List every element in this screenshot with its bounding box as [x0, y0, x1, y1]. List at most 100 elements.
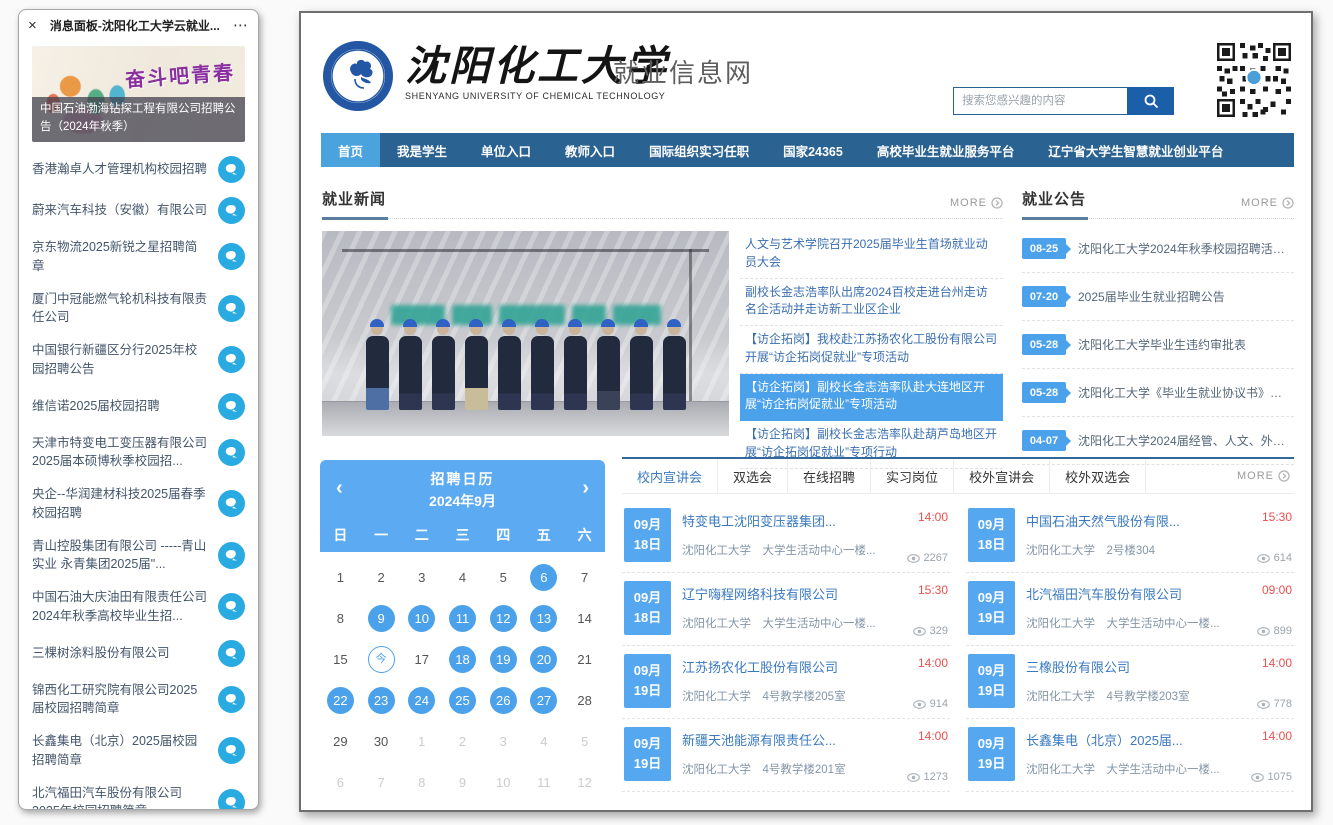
event-card[interactable]: 09月19日 新疆天池能源有限责任公...沈阳化工大学 4号教学楼201室 14…: [622, 719, 950, 792]
calendar-day[interactable]: 10: [408, 605, 435, 632]
tab-campus-talks[interactable]: 校内宣讲会: [622, 459, 718, 493]
list-item[interactable]: 三棵树涂料股份有限公司: [32, 640, 245, 667]
calendar-day[interactable]: 9: [368, 605, 395, 632]
calendar-day[interactable]: 4: [449, 564, 476, 591]
calendar-day[interactable]: 18: [449, 646, 476, 673]
calendar-day[interactable]: 30: [368, 728, 395, 755]
tab-online-recruiting[interactable]: 在线招聘: [788, 459, 871, 493]
nav-item-teachers[interactable]: 教师入口: [548, 133, 632, 167]
event-card[interactable]: 09月18日 中国石油天然气股份有限...沈阳化工大学 2号楼304 15:30…: [966, 500, 1294, 573]
calendar-day[interactable]: 3: [408, 564, 435, 591]
nav-item-24365[interactable]: 国家24365: [766, 133, 860, 167]
list-item[interactable]: 锦西化工研究院有限公司2025届校园招聘简章: [32, 681, 245, 719]
close-icon[interactable]: ×: [28, 18, 37, 33]
calendar-next-icon[interactable]: ›: [582, 477, 589, 500]
more-menu-icon[interactable]: ⋯: [233, 18, 249, 33]
events-more-link[interactable]: MORE: [1237, 459, 1294, 493]
search-input[interactable]: [953, 87, 1127, 115]
promo-banner[interactable]: 奋斗吧青春 中国石油渤海钻探工程有限公司招聘公告（2024年秋季）: [32, 46, 245, 142]
calendar-day[interactable]: 2: [449, 728, 476, 755]
event-date: 09月18日: [624, 508, 671, 562]
nav-item-international[interactable]: 国际组织实习任职: [632, 133, 766, 167]
list-item[interactable]: 中国银行新疆区分行2025年校园招聘公告: [32, 341, 245, 379]
calendar-day[interactable]: 24: [408, 687, 435, 714]
calendar-day[interactable]: 11: [530, 769, 557, 796]
calendar-day[interactable]: 12: [571, 769, 598, 796]
calendar-day[interactable]: 1: [408, 728, 435, 755]
calendar-day[interactable]: 9: [449, 769, 476, 796]
calendar-day[interactable]: 12: [490, 605, 517, 632]
calendar-day[interactable]: 20: [530, 646, 557, 673]
list-item[interactable]: 蔚来汽车科技（安徽）有限公司: [32, 197, 245, 224]
list-item[interactable]: 京东物流2025新锐之星招聘简章: [32, 238, 245, 276]
tab-job-fairs[interactable]: 双选会: [718, 459, 788, 493]
list-item[interactable]: 天津市特变电工变压器有限公司2025届本硕博秋季校园招...: [32, 434, 245, 472]
calendar-day[interactable]: 27: [530, 687, 557, 714]
list-item[interactable]: 青山控股集团有限公司 -----青山实业 永青集团2025届"...: [32, 537, 245, 575]
calendar-day[interactable]: 11: [449, 605, 476, 632]
calendar-day[interactable]: 22: [327, 687, 354, 714]
list-item[interactable]: 央企--华润建材科技2025届春季校园招聘: [32, 485, 245, 523]
calendar-day[interactable]: 今: [368, 646, 395, 673]
list-item[interactable]: 维信诺2025届校园招聘: [32, 393, 245, 420]
calendar-day[interactable]: 6: [327, 769, 354, 796]
news-item[interactable]: 【访企拓岗】我校赴江苏扬农化工股份有限公司开展“访企拓岗促就业”专项活动: [740, 326, 1003, 374]
search-button[interactable]: [1127, 87, 1174, 115]
calendar-day[interactable]: 28: [571, 687, 598, 714]
tab-internships[interactable]: 实习岗位: [871, 459, 954, 493]
calendar-day[interactable]: 15: [327, 646, 354, 673]
list-item[interactable]: 中国石油大庆油田有限责任公司 2024年秋季高校毕业生招...: [32, 588, 245, 626]
news-more-link[interactable]: MORE: [950, 197, 1003, 209]
calendar-day[interactable]: 26: [490, 687, 517, 714]
event-card[interactable]: 09月19日 江苏扬农化工股份有限公司沈阳化工大学 4号教学楼205室 14:0…: [622, 646, 950, 719]
calendar-day[interactable]: 5: [490, 564, 517, 591]
news-item[interactable]: 人文与艺术学院召开2025届毕业生首场就业动员大会: [740, 231, 1003, 279]
event-card[interactable]: 09月18日 辽宁嗨程网络科技有限公司沈阳化工大学 大学生活动中心一楼... 1…: [622, 573, 950, 646]
calendar-day[interactable]: 17: [408, 646, 435, 673]
calendar-day[interactable]: 1: [327, 564, 354, 591]
announcement-item[interactable]: 07-20 2025届毕业生就业招聘公告: [1022, 273, 1294, 321]
calendar-day[interactable]: 4: [530, 728, 557, 755]
calendar-day[interactable]: 29: [327, 728, 354, 755]
list-item[interactable]: 香港瀚卓人才管理机构校园招聘: [32, 156, 245, 183]
list-item[interactable]: 北汽福田汽车股份有限公司2025年校园招聘简章: [32, 784, 245, 811]
announcements-more-link[interactable]: MORE: [1241, 197, 1294, 209]
list-item[interactable]: 长鑫集电（北京）2025届校园招聘简章: [32, 732, 245, 770]
calendar-day[interactable]: 21: [571, 646, 598, 673]
tab-offcampus-talks[interactable]: 校外宣讲会: [954, 459, 1050, 493]
calendar-day[interactable]: 5: [571, 728, 598, 755]
event-card[interactable]: 09月19日 北汽福田汽车股份有限公司沈阳化工大学 大学生活动中心一楼... 0…: [966, 573, 1294, 646]
tab-offcampus-fairs[interactable]: 校外双选会: [1050, 459, 1146, 493]
announcement-item[interactable]: 05-28 沈阳化工大学毕业生违约审批表: [1022, 321, 1294, 369]
calendar-day[interactable]: 6: [530, 564, 557, 591]
announcement-item[interactable]: 08-25 沈阳化工大学2024年秋季校园招聘活动邀请函: [1022, 225, 1294, 273]
calendar-day[interactable]: 25: [449, 687, 476, 714]
list-item[interactable]: 厦门中冠能燃气轮机科技有限责任公司: [32, 290, 245, 328]
calendar-prev-icon[interactable]: ‹: [336, 477, 343, 500]
calendar-day[interactable]: 8: [327, 605, 354, 632]
calendar-day[interactable]: 10: [490, 769, 517, 796]
calendar-day[interactable]: 19: [490, 646, 517, 673]
event-card[interactable]: 09月19日 三橡股份有限公司沈阳化工大学 4号教学楼203室 14:00778: [966, 646, 1294, 719]
calendar-day[interactable]: 3: [490, 728, 517, 755]
news-item[interactable]: 副校长金志浩率队出席2024百校走进台州走访名企活动并走访新工业区企业: [740, 279, 1003, 327]
event-location: 沈阳化工大学 大学生活动中心一楼...: [1026, 761, 1225, 777]
news-photo[interactable]: [322, 231, 729, 436]
calendar-day[interactable]: 23: [368, 687, 395, 714]
calendar-day[interactable]: 13: [530, 605, 557, 632]
nav-item-national-platform[interactable]: 高校毕业生就业服务平台: [860, 133, 1032, 167]
calendar-day[interactable]: 8: [408, 769, 435, 796]
calendar-day[interactable]: 14: [571, 605, 598, 632]
announcement-item[interactable]: 05-28 沈阳化工大学《毕业生就业协议书》置换事...: [1022, 369, 1294, 417]
nav-item-students[interactable]: 我是学生: [380, 133, 464, 167]
nav-item-liaoning-platform[interactable]: 辽宁省大学生智慧就业创业平台: [1031, 133, 1240, 167]
calendar-day[interactable]: 7: [368, 769, 395, 796]
event-card[interactable]: 09月18日 特变电工沈阳变压器集团...沈阳化工大学 大学生活动中心一楼...…: [622, 500, 950, 573]
calendar-day[interactable]: 2: [368, 564, 395, 591]
news-item[interactable]: 【访企拓岗】副校长金志浩率队赴大连地区开展“访企拓岗促就业”专项活动: [740, 374, 1003, 422]
nav-item-employers[interactable]: 单位入口: [464, 133, 548, 167]
event-card[interactable]: 09月19日 长鑫集电（北京）2025届...沈阳化工大学 大学生活动中心一楼.…: [966, 719, 1294, 792]
nav-item-home[interactable]: 首页: [321, 133, 380, 167]
calendar-day[interactable]: 7: [571, 564, 598, 591]
calendar-month: 2024年9月: [320, 491, 605, 511]
